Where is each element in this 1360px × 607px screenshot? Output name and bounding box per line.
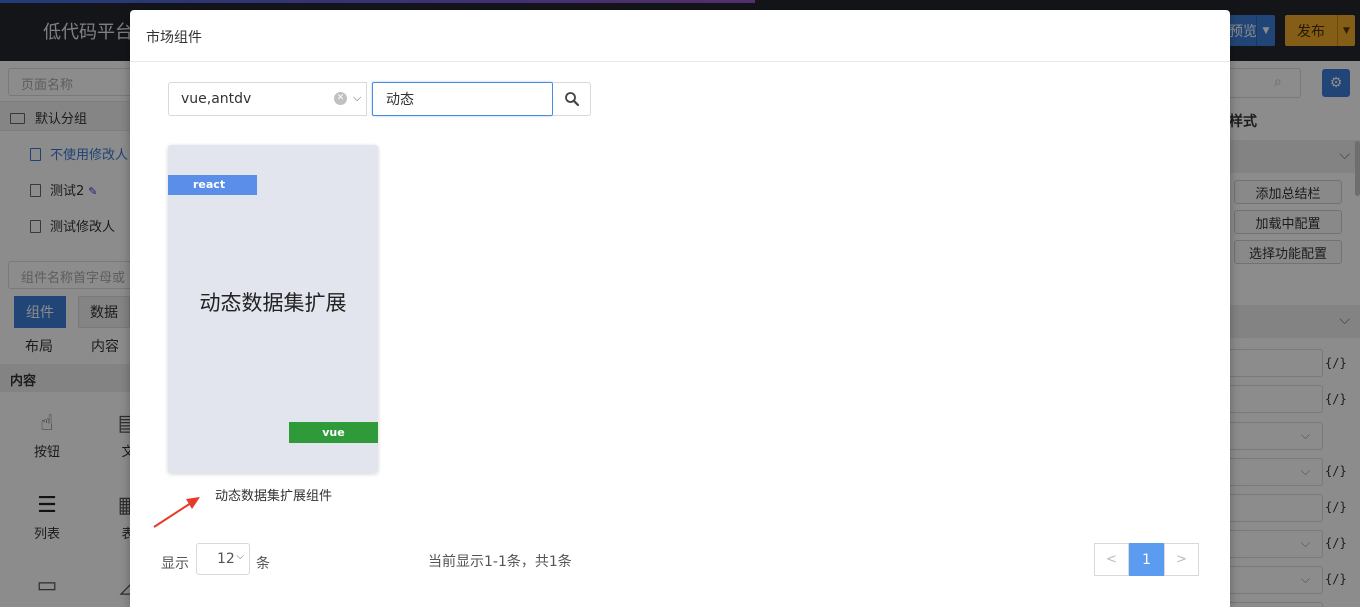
page-size-unit: 条: [256, 556, 270, 572]
chevron-down-icon: ⌵: [236, 551, 244, 562]
annotation-arrow-icon: [153, 497, 200, 528]
vue-badge: vue: [289, 422, 378, 443]
page-size-select[interactable]: 12 ⌵: [196, 543, 250, 575]
framework-filter-select[interactable]: vue,antdv ✕ ⌵: [168, 82, 367, 116]
clear-icon[interactable]: ✕: [334, 92, 347, 105]
next-page-button[interactable]: >: [1164, 543, 1199, 576]
page-size-value: 12: [217, 551, 235, 567]
react-badge: react: [168, 175, 257, 195]
card-preview-title: 动态数据集扩展: [199, 291, 347, 315]
market-components-modal: 市场组件 vue,antdv ✕ ⌵ react 动态数据集扩展 vue 动态数…: [130, 10, 1230, 607]
prev-page-button[interactable]: <: [1094, 543, 1129, 576]
chevron-down-icon[interactable]: ⌵: [353, 91, 361, 105]
page-1-button[interactable]: 1: [1129, 543, 1164, 576]
search-icon: [564, 92, 579, 107]
keyword-search-input[interactable]: [372, 82, 553, 116]
pagination-info: 当前显示1-1条，共1条: [428, 554, 572, 570]
framework-filter-value: vue,antdv: [181, 91, 252, 107]
search-button[interactable]: [553, 82, 591, 116]
page-size-label: 显示: [161, 556, 189, 572]
modal-title: 市场组件: [130, 10, 1230, 62]
component-card[interactable]: react 动态数据集扩展 vue: [168, 145, 378, 473]
